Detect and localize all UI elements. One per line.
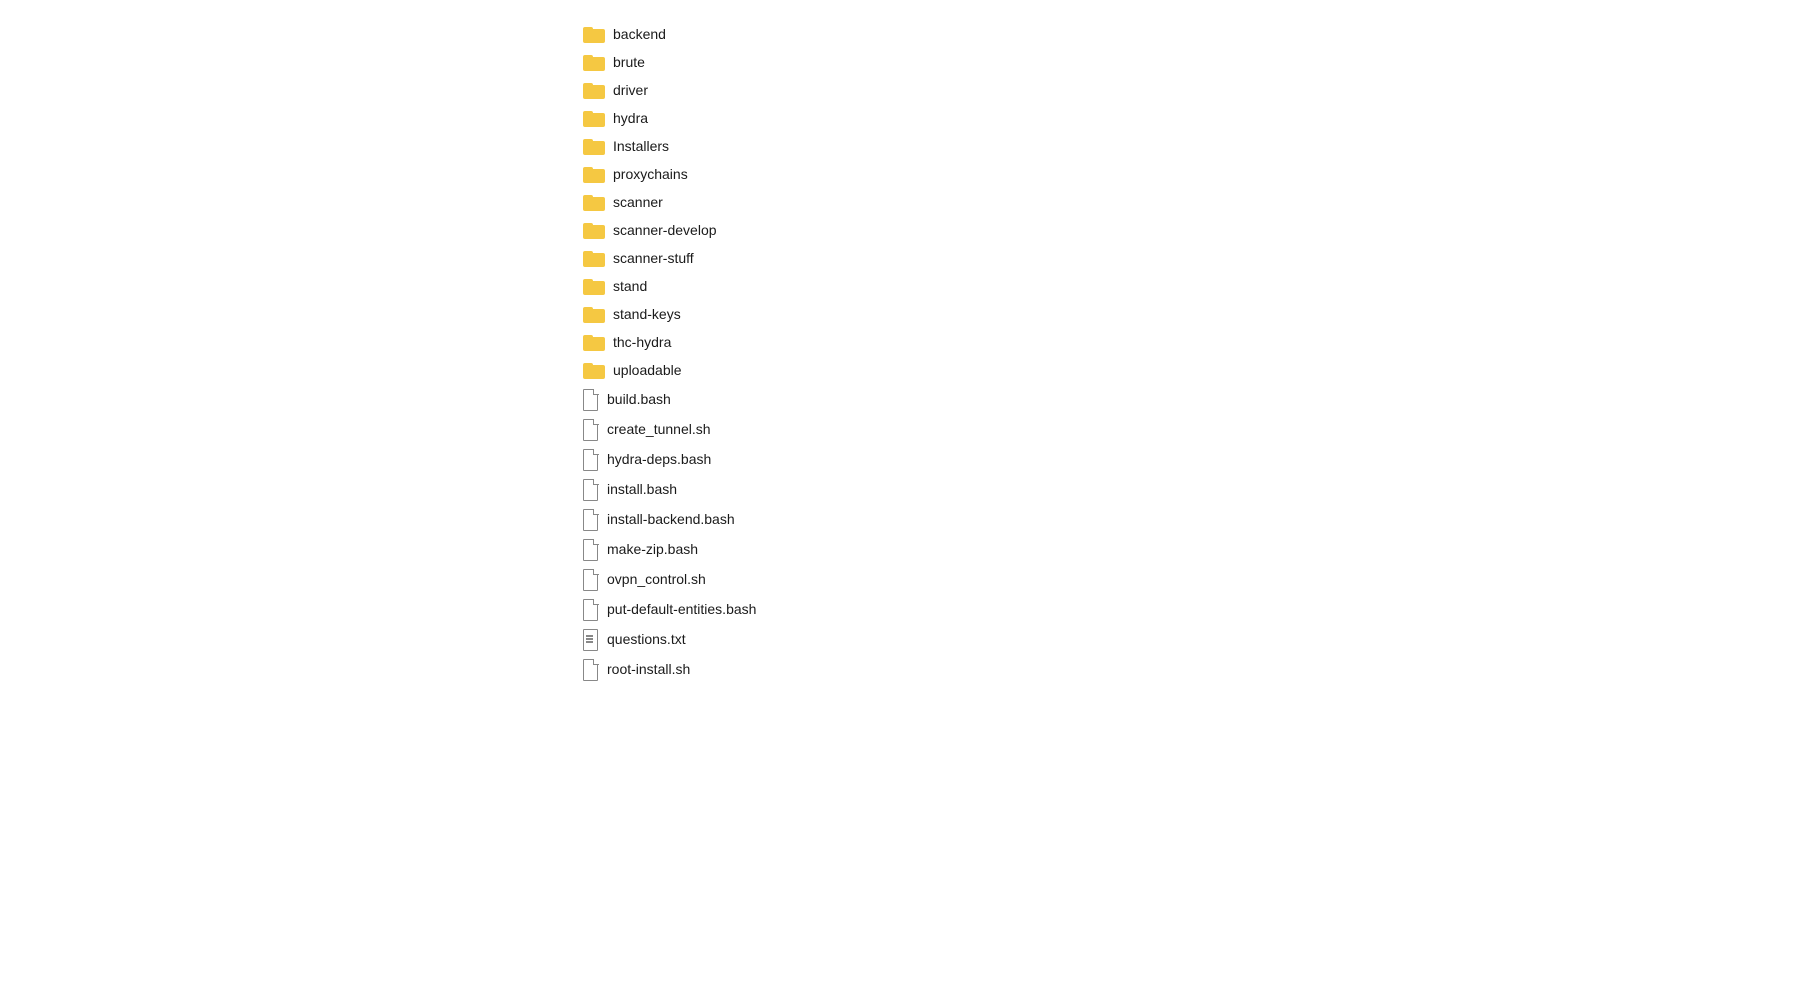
item-label: uploadable [613, 362, 682, 378]
folder-icon [583, 165, 605, 183]
list-item[interactable]: scanner [575, 188, 895, 216]
item-label: scanner [613, 194, 663, 210]
item-label: create_tunnel.sh [607, 421, 711, 437]
folder-icon [583, 193, 605, 211]
list-item[interactable]: scanner-develop [575, 216, 895, 244]
list-item[interactable]: stand [575, 272, 895, 300]
item-label: stand [613, 278, 647, 294]
item-label: brute [613, 54, 645, 70]
list-item[interactable]: questions.txt [575, 624, 895, 654]
list-item[interactable]: create_tunnel.sh [575, 414, 895, 444]
list-item[interactable]: thc-hydra [575, 328, 895, 356]
list-item[interactable]: backend [575, 20, 895, 48]
list-item[interactable]: hydra [575, 104, 895, 132]
list-item[interactable]: root-install.sh [575, 654, 895, 684]
file-icon [583, 419, 599, 439]
list-item[interactable]: build.bash [575, 384, 895, 414]
item-label: make-zip.bash [607, 541, 698, 557]
list-item[interactable]: brute [575, 48, 895, 76]
file-icon [583, 569, 599, 589]
list-item[interactable]: proxychains [575, 160, 895, 188]
folder-icon [583, 109, 605, 127]
file-icon [583, 509, 599, 529]
file-icon [583, 389, 599, 409]
text-file-icon [583, 629, 599, 649]
file-icon [583, 599, 599, 619]
item-label: driver [613, 82, 648, 98]
item-label: install.bash [607, 481, 677, 497]
list-item[interactable]: ovpn_control.sh [575, 564, 895, 594]
item-label: Installers [613, 138, 669, 154]
file-icon [583, 659, 599, 679]
folder-icon [583, 137, 605, 155]
list-item[interactable]: scanner-stuff [575, 244, 895, 272]
file-icon [583, 539, 599, 559]
item-label: put-default-entities.bash [607, 601, 756, 617]
list-item[interactable]: install.bash [575, 474, 895, 504]
folder-icon [583, 81, 605, 99]
folder-icon [583, 249, 605, 267]
list-item[interactable]: hydra-deps.bash [575, 444, 895, 474]
file-icon [583, 479, 599, 499]
list-item[interactable]: put-default-entities.bash [575, 594, 895, 624]
folder-icon [583, 361, 605, 379]
item-label: questions.txt [607, 631, 686, 647]
item-label: stand-keys [613, 306, 681, 322]
item-label: ovpn_control.sh [607, 571, 706, 587]
list-item[interactable]: Installers [575, 132, 895, 160]
item-label: hydra [613, 110, 648, 126]
list-item[interactable]: uploadable [575, 356, 895, 384]
folder-icon [583, 333, 605, 351]
list-item[interactable]: stand-keys [575, 300, 895, 328]
folder-icon [583, 25, 605, 43]
list-item[interactable]: make-zip.bash [575, 534, 895, 564]
folder-icon [583, 277, 605, 295]
item-label: build.bash [607, 391, 671, 407]
file-list: backend brute driver hydra Installers pr… [0, 0, 1800, 704]
list-item[interactable]: driver [575, 76, 895, 104]
list-item[interactable]: install-backend.bash [575, 504, 895, 534]
item-label: scanner-develop [613, 222, 717, 238]
item-label: root-install.sh [607, 661, 690, 677]
item-label: proxychains [613, 166, 688, 182]
file-icon [583, 449, 599, 469]
folder-icon [583, 53, 605, 71]
item-label: backend [613, 26, 666, 42]
item-label: install-backend.bash [607, 511, 735, 527]
item-label: scanner-stuff [613, 250, 694, 266]
folder-icon [583, 305, 605, 323]
item-label: thc-hydra [613, 334, 671, 350]
folder-icon [583, 221, 605, 239]
item-label: hydra-deps.bash [607, 451, 711, 467]
